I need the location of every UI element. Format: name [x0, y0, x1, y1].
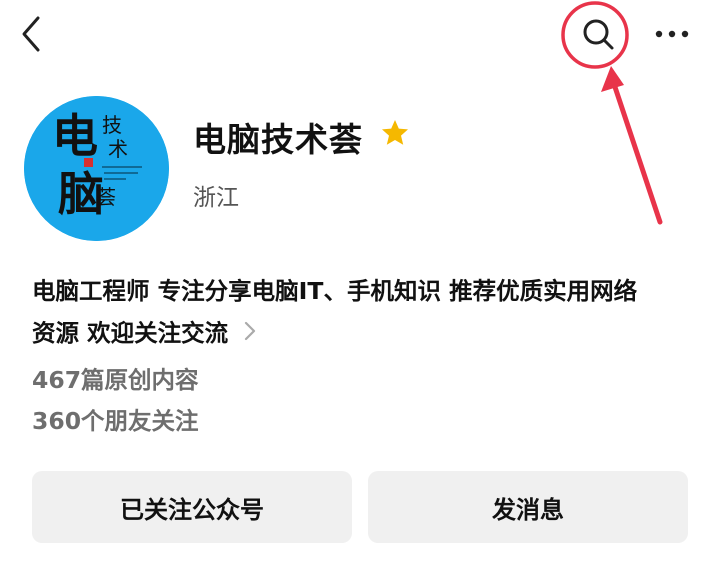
search-icon: [583, 19, 614, 50]
avatar-small-char-1: 技: [102, 113, 122, 137]
bio-text-line1: 电脑工程师 专注分享电脑IT、手机知识 推荐优质实用网络: [32, 277, 638, 305]
chevron-left-icon: [22, 16, 40, 52]
star-icon: [380, 118, 410, 148]
account-avatar[interactable]: 电 脑 技 术 荟: [24, 96, 169, 241]
account-name: 电脑技术荟: [193, 120, 363, 159]
region-label: 浙江: [193, 185, 239, 211]
original-articles-count[interactable]: 467篇原创内容: [32, 361, 199, 395]
more-options-button[interactable]: [650, 20, 694, 48]
avatar-small-char-2: 术: [108, 137, 128, 161]
avatar-small-char-3: 荟: [96, 185, 116, 209]
avatar-seal: [84, 158, 93, 167]
back-button[interactable]: [14, 14, 50, 54]
followed-account-button[interactable]: 已关注公众号: [32, 471, 352, 543]
chevron-right-icon: [245, 321, 256, 341]
bio-text-line2-label: 资源 欢迎关注交流: [32, 319, 229, 347]
send-message-button[interactable]: 发消息: [368, 471, 688, 543]
annotation-arrow-shaft: [611, 81, 663, 225]
more-dots-icon: [655, 30, 689, 38]
friends-following-count[interactable]: 360个朋友关注: [32, 402, 199, 436]
bio-text-line2[interactable]: 资源 欢迎关注交流: [32, 314, 258, 348]
avatar-big-char-1: 电: [52, 109, 98, 163]
annotation-arrow-head: [601, 66, 624, 92]
search-button[interactable]: [578, 14, 618, 54]
avatar-logo: 电 脑 技 术 荟: [24, 96, 169, 241]
